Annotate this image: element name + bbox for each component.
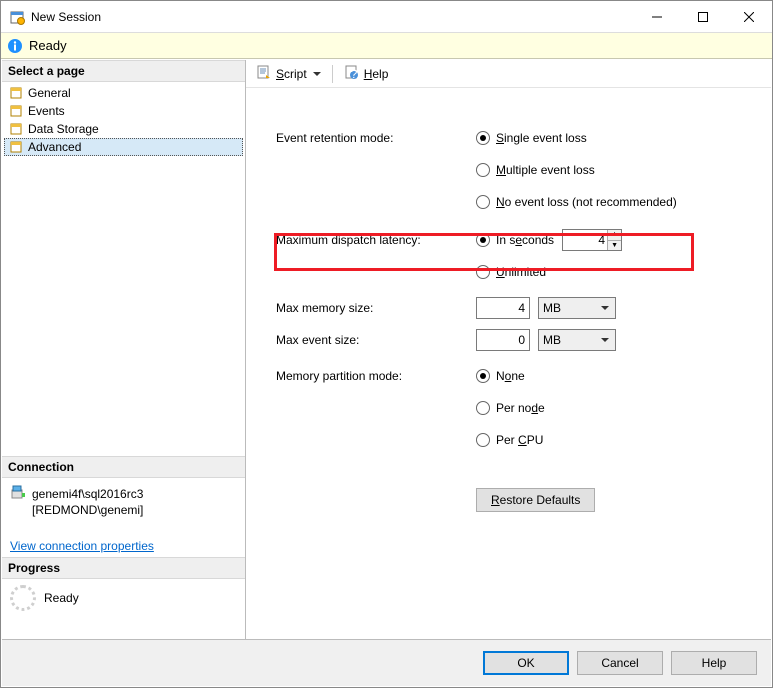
connection-header: Connection	[2, 456, 245, 478]
footer: OK Cancel Help	[2, 639, 771, 686]
max-evt-label: Max event size:	[276, 333, 476, 347]
titlebar: New Session	[1, 1, 772, 33]
dispatch-seconds-input[interactable]: ▲▼	[562, 229, 622, 251]
partition-none[interactable]: None	[476, 369, 525, 383]
sidebar: Select a page General Events Data Storag…	[2, 60, 246, 639]
max-evt-unit[interactable]: MB	[538, 329, 616, 351]
view-connection-link[interactable]: View connection properties	[2, 523, 245, 557]
max-mem-unit[interactable]: MB	[538, 297, 616, 319]
content-pane: Script ? Help Event retention mode: Sing…	[246, 60, 771, 639]
progress-text: Ready	[44, 591, 79, 605]
ready-banner: Ready	[1, 33, 772, 59]
app-icon	[9, 9, 25, 25]
page-label: Data Storage	[28, 122, 99, 136]
status-text: Ready	[29, 38, 67, 53]
page-general[interactable]: General	[4, 84, 243, 102]
close-button[interactable]	[726, 1, 772, 32]
chevron-down-icon	[601, 338, 609, 342]
toolbar-separator	[332, 65, 333, 83]
script-button[interactable]: Script	[252, 62, 325, 85]
progress-body: Ready	[2, 579, 245, 617]
page-advanced[interactable]: Advanced	[4, 138, 243, 156]
window-title: New Session	[31, 10, 634, 24]
retention-single[interactable]: Single event loss	[476, 131, 587, 145]
user-name: [REDMOND\genemi]	[10, 503, 237, 517]
minimize-button[interactable]	[634, 1, 680, 32]
page-data-storage[interactable]: Data Storage	[4, 120, 243, 138]
maximize-button[interactable]	[680, 1, 726, 32]
connection-body: genemi4f\sql2016rc3 [REDMOND\genemi]	[2, 478, 245, 523]
select-page-header: Select a page	[2, 60, 245, 82]
help-button[interactable]: Help	[671, 651, 757, 675]
spin-down-icon[interactable]: ▼	[608, 241, 621, 251]
advanced-form: Event retention mode: Single event loss …	[246, 110, 771, 639]
cancel-button[interactable]: Cancel	[577, 651, 663, 675]
toolbar: Script ? Help	[246, 60, 771, 88]
max-evt-input[interactable]	[476, 329, 530, 351]
dispatch-label: Maximum dispatch latency:	[276, 233, 476, 247]
retention-label: Event retention mode:	[276, 131, 476, 145]
chevron-down-icon	[313, 72, 321, 76]
help-button[interactable]: ? Help	[340, 62, 393, 85]
max-mem-input[interactable]	[476, 297, 530, 319]
retention-multiple[interactable]: Multiple event loss	[476, 163, 595, 177]
svg-text:?: ?	[350, 67, 357, 80]
page-icon	[8, 140, 24, 154]
page-icon	[8, 122, 24, 136]
restore-defaults-button[interactable]: Restore Defaults	[476, 488, 595, 512]
partition-per-cpu[interactable]: Per CPU	[476, 433, 543, 447]
server-name: genemi4f\sql2016rc3	[32, 487, 143, 501]
help-icon: ?	[344, 64, 360, 83]
max-mem-label: Max memory size:	[276, 301, 476, 315]
page-events[interactable]: Events	[4, 102, 243, 120]
script-label: Script	[276, 67, 307, 81]
progress-spinner-icon	[10, 585, 36, 611]
page-label: Events	[28, 104, 65, 118]
page-label: General	[28, 86, 71, 100]
server-icon	[10, 484, 26, 503]
retention-none[interactable]: No event loss (not recommended)	[476, 195, 677, 209]
page-label: Advanced	[28, 140, 81, 154]
partition-label: Memory partition mode:	[276, 369, 476, 383]
page-icon	[8, 104, 24, 118]
spin-up-icon[interactable]: ▲	[608, 230, 621, 241]
chevron-down-icon	[601, 306, 609, 310]
help-label: Help	[364, 67, 389, 81]
ok-button[interactable]: OK	[483, 651, 569, 675]
dispatch-seconds[interactable]: In seconds	[476, 233, 554, 247]
dispatch-unlimited[interactable]: Unlimited	[476, 265, 546, 279]
page-icon	[8, 86, 24, 100]
partition-per-node[interactable]: Per node	[476, 401, 545, 415]
info-icon	[7, 38, 23, 54]
progress-header: Progress	[2, 557, 245, 579]
script-icon	[256, 64, 272, 83]
window-controls	[634, 1, 772, 32]
page-list: General Events Data Storage Advanced	[2, 82, 245, 162]
